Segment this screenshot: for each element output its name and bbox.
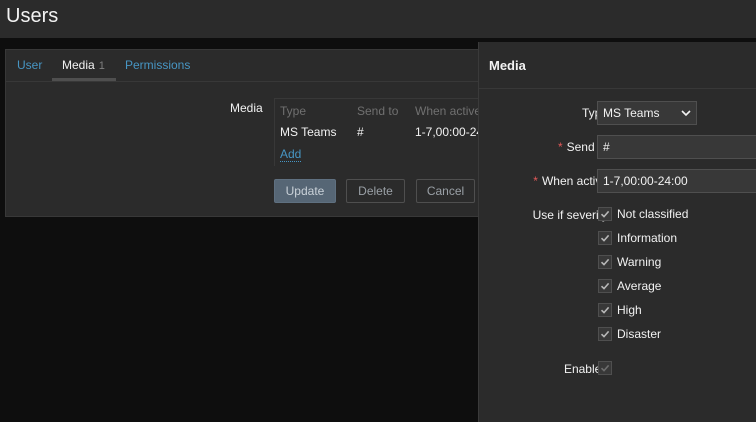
severity-label-text: Warning xyxy=(617,255,662,269)
checkbox-checked-icon xyxy=(598,207,612,221)
severity-label: Use if severity xyxy=(532,208,608,222)
severity-label-text: High xyxy=(617,303,642,317)
media-row-type: MS Teams xyxy=(280,125,337,139)
cancel-button[interactable]: Cancel xyxy=(416,179,475,203)
delete-button[interactable]: Delete xyxy=(346,179,405,203)
checkbox-checked-icon xyxy=(598,303,612,317)
user-form-panel: User Media 1 Permissions Media Type Send … xyxy=(5,49,504,217)
severity-label-text: Information xyxy=(617,231,678,245)
page-title: Users xyxy=(6,5,59,27)
column-header-send-to: Send to xyxy=(357,104,399,118)
checkbox-checked-icon xyxy=(598,327,612,341)
column-header-type: Type xyxy=(280,104,307,118)
active-tab-indicator xyxy=(52,78,116,81)
dialog-divider xyxy=(479,88,756,89)
page-header: Users xyxy=(0,0,756,38)
media-row-when-active: 1-7,00:00-24: xyxy=(415,125,487,139)
tab-media-count: 1 xyxy=(98,60,105,72)
required-marker: * xyxy=(557,140,563,154)
tab-user[interactable]: User xyxy=(17,58,42,72)
media-row-send-to: # xyxy=(357,125,364,139)
chevron-down-icon xyxy=(681,107,691,121)
severity-label-text: Disaster xyxy=(617,327,662,341)
checkbox-checked-icon xyxy=(598,279,612,293)
send-to-input[interactable] xyxy=(597,135,756,159)
severity-label-text: Not classified xyxy=(617,207,689,221)
dialog-title: Media xyxy=(489,58,526,73)
column-header-when-active: When active xyxy=(415,104,482,118)
media-table: Type Send to When active MS Teams # 1-7,… xyxy=(274,98,504,166)
severity-label-text: Average xyxy=(617,279,662,293)
tab-media[interactable]: Media 1 xyxy=(62,58,105,72)
media-dialog: Media Type MS Teams *Send to *When activ… xyxy=(478,42,756,422)
checkbox-checked-icon xyxy=(598,361,612,375)
update-button[interactable]: Update xyxy=(274,179,336,203)
media-field-label: Media xyxy=(230,101,263,115)
type-select-value: MS Teams xyxy=(603,106,660,120)
tab-media-label: Media xyxy=(62,58,95,72)
tab-bar: User Media 1 Permissions xyxy=(6,50,494,82)
when-active-input[interactable] xyxy=(597,169,756,193)
type-select[interactable]: MS Teams xyxy=(597,101,697,125)
checkbox-checked-icon xyxy=(598,231,612,245)
checkbox-checked-icon xyxy=(598,255,612,269)
required-marker: * xyxy=(533,174,538,188)
add-media-link[interactable]: Add xyxy=(280,147,302,162)
tab-permissions[interactable]: Permissions xyxy=(125,58,190,72)
